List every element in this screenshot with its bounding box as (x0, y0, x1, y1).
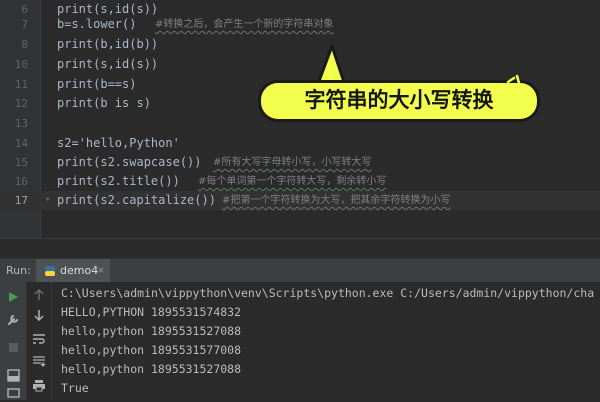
code-line[interactable]: 8 print(b,id(b)) (0, 35, 600, 54)
code-text: s2='hello,Python' (57, 136, 180, 150)
up-arrow-icon[interactable] (30, 286, 48, 304)
console-line: hello,python 1895531527088 (61, 324, 242, 338)
code-comment: #转换之后，会产生一个新的字符串对象 (155, 19, 334, 30)
stop-icon[interactable] (4, 338, 22, 356)
code-text: print(s2.swapcase()) (57, 155, 202, 169)
code-text: b=s.lower() (57, 17, 137, 31)
code-text: print(b is s) (57, 96, 151, 110)
soft-wrap-icon[interactable] (30, 330, 48, 348)
console-line: hello,python 1895531527088 (61, 362, 242, 376)
console-line: True (61, 381, 89, 395)
code-line[interactable]: 15 print(s2.swapcase()) #所有大写字母转小写，小写转大写 (0, 153, 600, 172)
console-line: C:\Users\admin\vippython\venv\Scripts\py… (61, 286, 595, 300)
close-icon[interactable]: ✕ (98, 259, 104, 283)
code-line[interactable]: 14 s2='hello,Python' (0, 134, 600, 153)
code-text: print(s,id(s)) (57, 57, 159, 71)
line-number: 10 (14, 58, 28, 71)
console-output[interactable]: C:\Users\admin\vippython\venv\Scripts\py… (52, 282, 600, 400)
console-line: hello,python 1895531577008 (61, 343, 242, 357)
wrench-icon[interactable] (4, 310, 22, 328)
line-number: 14 (14, 137, 28, 150)
code-text: print(s2.title()) (57, 174, 180, 188)
line-number: 12 (14, 97, 28, 110)
panel-divider[interactable] (0, 238, 600, 259)
console-toolbar (27, 282, 52, 400)
line-number: 15 (14, 156, 28, 169)
line-number: 13 (14, 117, 28, 130)
code-editor[interactable]: 6 print(s,id(s)) 7 b=s.lower() #转换之后，会产生… (0, 0, 600, 238)
code-text: print(b,id(b)) (57, 37, 159, 51)
code-comment: #每个单词第一个字符转大写，剩余转小写 (198, 176, 387, 187)
console-line: HELLO,PYTHON 1895531574832 (61, 305, 242, 319)
run-tab-label: demo4 (60, 264, 99, 277)
code-line[interactable]: 16 print(s2.title()) #每个单词第一个字符转大写，剩余转小写 (0, 172, 600, 191)
run-icon[interactable] (4, 288, 22, 306)
fold-marker-icon[interactable]: ▾ (45, 191, 50, 210)
run-tool-window-header: Run: demo4 ✕ (0, 258, 600, 283)
line-number: 8 (21, 38, 28, 51)
code-comment: #所有大写字母转小写，小写转大写 (213, 157, 372, 168)
scroll-end-icon[interactable] (30, 352, 48, 370)
python-icon (45, 266, 55, 276)
code-text: print(b==s) (57, 77, 137, 91)
code-text: print(s2.capitalize()) (57, 193, 216, 207)
run-tab-demo4[interactable]: demo4 ✕ (36, 259, 110, 283)
run-label: Run: (6, 264, 31, 277)
code-comment: #把第一个字符转换为大写，把其余字符转换为小写 (222, 195, 451, 206)
code-line[interactable]: 7 b=s.lower() #转换之后，会产生一个新的字符串对象 (0, 15, 600, 34)
line-number: 16 (14, 175, 28, 188)
print-icon[interactable] (30, 376, 48, 394)
line-number: 17 (14, 194, 28, 207)
callout-banner: 字符串的大小写转换 (258, 80, 540, 122)
sparkle-icon (506, 74, 531, 89)
down-arrow-icon[interactable] (30, 306, 48, 324)
layout-icon[interactable] (4, 384, 22, 402)
layout-icon[interactable] (4, 366, 22, 384)
run-toolbar (0, 282, 27, 400)
line-number: 7 (21, 18, 28, 31)
code-line-current[interactable]: 17 ▾ print(s2.capitalize()) #把第一个字符转换为大写… (0, 191, 600, 210)
line-number: 11 (14, 78, 28, 91)
